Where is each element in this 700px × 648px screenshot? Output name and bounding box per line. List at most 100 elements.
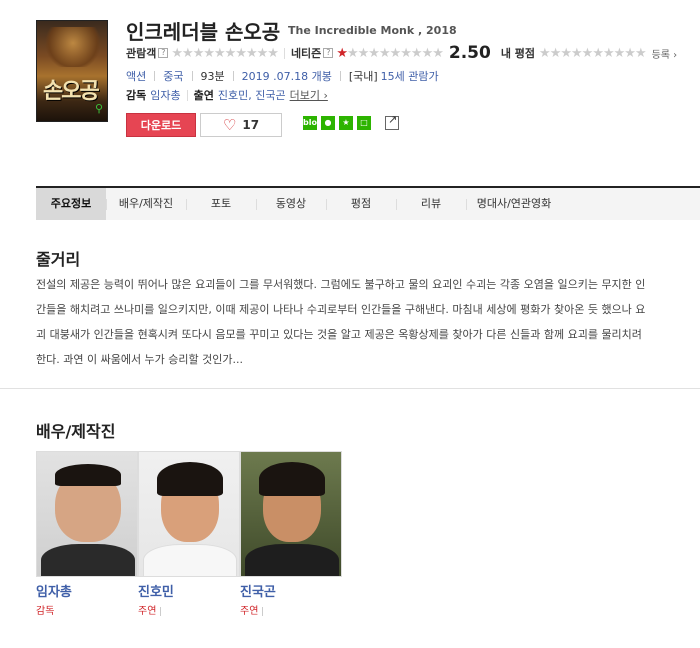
divider: [232, 71, 234, 81]
section-divider: [0, 388, 700, 389]
poster-art: [41, 27, 105, 67]
more-cast-link[interactable]: 더보기 ›: [290, 87, 328, 103]
tab-photo[interactable]: 포토: [186, 188, 256, 220]
star-icon: ★: [267, 45, 279, 61]
blog-share-icon[interactable]: blog: [303, 116, 323, 130]
movie-title: 인크레더블 손오공: [126, 20, 281, 44]
rating-row: 관람객 ? ★★★★★★★★★★ 네티즌 ? ★★★★★★★★★★ 2.50 내…: [126, 43, 678, 63]
tab-video[interactable]: 동영상: [256, 188, 326, 220]
poster-title: 손오공: [43, 79, 100, 104]
movie-meta: 액션 중국 93분 2019 .07.18 개봉 [국내] 15세 관람가: [126, 68, 439, 84]
photo-shape: [143, 544, 237, 576]
cafe-share-icon[interactable]: ●: [321, 116, 335, 130]
person-name[interactable]: 진국곤: [240, 581, 342, 600]
person-role: 감독: [36, 602, 138, 617]
zoom-icon: ⚲: [94, 102, 103, 115]
help-icon[interactable]: ?: [158, 48, 169, 58]
star-icon: ★: [571, 45, 583, 61]
genre-link[interactable]: 액션: [126, 68, 146, 84]
star-icon: ★: [224, 45, 237, 61]
person-card[interactable]: 진호민 주연: [138, 451, 240, 617]
star-icon: ★: [235, 45, 247, 61]
audience-rating-label: 관람객: [126, 47, 157, 60]
netizen-score: 2.50: [448, 43, 491, 63]
star-icon: ★: [256, 45, 269, 61]
person-role-text: 주연: [138, 606, 157, 617]
download-button[interactable]: 다운로드: [126, 113, 196, 137]
photo-shape: [259, 462, 325, 496]
memo-share-icon[interactable]: □: [357, 116, 371, 130]
runtime: 93분: [200, 70, 225, 83]
my-rating-label: 내 평점: [500, 47, 536, 60]
credits-row: 감독 임자총 출연 진호민, 진국곤 더보기 ›: [126, 87, 328, 103]
star-icon: ★: [203, 45, 215, 61]
star-icon: ★: [400, 45, 412, 61]
divider: [339, 71, 341, 81]
star-icon: ★: [214, 45, 226, 61]
star-icon: ★: [581, 45, 594, 61]
tab-rating[interactable]: 평점: [326, 188, 396, 220]
star-icon: ★: [378, 45, 391, 61]
person-card[interactable]: 진국곤 주연: [240, 451, 342, 617]
divider: [154, 71, 156, 81]
register-rating-link[interactable]: 등록 ›: [652, 46, 678, 61]
star-icon: ★: [245, 45, 258, 61]
star-icon: ★: [336, 45, 348, 61]
star-icon: ★: [432, 45, 444, 61]
star-icon: ★: [613, 45, 626, 61]
director-link[interactable]: 임자총: [150, 87, 180, 103]
synopsis-text: 전설의 제공은 능력이 뛰어나 많은 요괴들이 그를 무서워했다. 그럼에도 불…: [36, 278, 646, 366]
star-icon: ★: [182, 45, 194, 61]
photo-shape: [41, 544, 135, 576]
external-share-icon[interactable]: [385, 113, 399, 130]
person-role-text: 감독: [36, 606, 55, 617]
release-date-link[interactable]: 2019 .07.18 개봉: [242, 68, 332, 84]
star-icon: ★: [389, 45, 402, 61]
person-photo[interactable]: [240, 451, 342, 577]
star-icon: ★: [192, 45, 205, 61]
tab-main-info[interactable]: 주요정보: [36, 188, 106, 220]
audience-stars: ★★★★★★★★★★: [171, 45, 279, 61]
photo-shape: [55, 464, 121, 486]
movie-poster[interactable]: 손오공 ⚲: [36, 20, 108, 122]
cast-label: 출연: [193, 89, 214, 102]
bookmark-share-icon[interactable]: ★: [339, 116, 353, 130]
country-link[interactable]: 중국: [163, 68, 183, 84]
my-rating-stars[interactable]: ★★★★★★★★★★: [539, 45, 647, 61]
share-icons: blog ● ★ □: [303, 113, 399, 130]
person-name[interactable]: 임자총: [36, 581, 138, 600]
star-icon: ★: [539, 45, 551, 61]
netizen-rating-label: 네티즌: [290, 47, 322, 60]
star-icon: ★: [421, 45, 434, 61]
divider: [160, 606, 162, 616]
photo-shape: [245, 544, 339, 576]
like-button[interactable]: ♡ 17: [200, 113, 282, 137]
star-icon: ★: [602, 45, 615, 61]
tab-cast-crew[interactable]: 배우/제작진: [106, 188, 186, 220]
tab-quotes-related[interactable]: 명대사/연관영화: [466, 188, 562, 220]
person-card[interactable]: 임자총 감독: [36, 451, 138, 617]
divider: [283, 47, 285, 59]
star-icon: ★: [592, 45, 604, 61]
age-rating-link[interactable]: 15세 관람가: [381, 68, 439, 84]
person-photo[interactable]: [36, 451, 138, 577]
tab-review[interactable]: 리뷰: [396, 188, 466, 220]
star-icon: ★: [624, 45, 636, 61]
person-role: 주연: [138, 602, 240, 617]
person-name[interactable]: 진호민: [138, 581, 240, 600]
tab-bar: 주요정보 배우/제작진 포토 동영상 평점 리뷰 명대사/연관영화: [36, 186, 700, 220]
person-role: 주연: [240, 602, 342, 617]
heart-icon: ♡: [222, 115, 237, 134]
help-icon[interactable]: ?: [323, 48, 334, 58]
star-icon: ★: [346, 45, 359, 61]
rating-region: [국내]: [348, 70, 378, 83]
divider: [262, 606, 264, 616]
like-count: 17: [242, 118, 260, 132]
star-icon: ★: [357, 45, 370, 61]
cast-links[interactable]: 진호민, 진국곤: [218, 87, 286, 103]
person-role-text: 주연: [240, 606, 259, 617]
movie-english-title: The Incredible Monk , 2018: [288, 24, 457, 37]
person-photo[interactable]: [138, 451, 240, 577]
star-icon: ★: [549, 45, 562, 61]
director-label: 감독: [126, 89, 147, 102]
